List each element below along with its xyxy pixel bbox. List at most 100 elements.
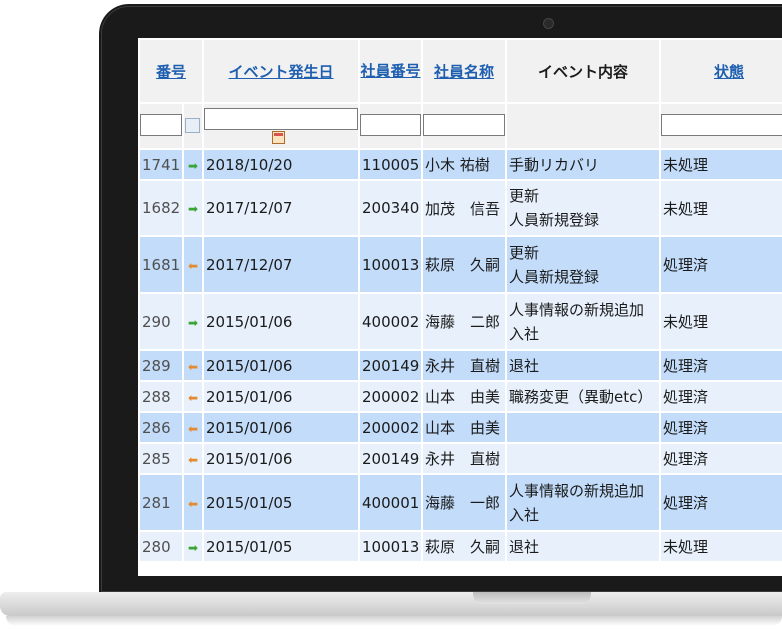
filter-cell-no (140, 104, 182, 148)
sort-link-emp-name[interactable]: 社員名称 (434, 63, 494, 81)
table-row[interactable]: 289 ⬅ 2015/01/06 200149 永井 直樹 退社 処理済 (140, 351, 782, 380)
table-row[interactable]: 1741 ➡ 2018/10/20 110005 小木 祐樹 手動リカバリ 未処… (140, 150, 782, 179)
cell-emp-name: 小木 祐樹 (423, 150, 506, 179)
cell-date: 2015/01/06 (204, 382, 359, 411)
sort-link-no[interactable]: 番号 (156, 63, 186, 81)
cell-emp-no: 110005 (360, 150, 422, 179)
cell-date: 2015/01/06 (204, 444, 359, 473)
cell-status: 処理済 (661, 475, 782, 530)
filter-date-input[interactable] (204, 108, 359, 130)
arrow-left-icon: ⬅ (187, 452, 199, 467)
sort-link-emp-no[interactable]: 社員番号 (361, 62, 421, 80)
cell-status: 処理済 (661, 413, 782, 442)
cell-event (507, 444, 660, 473)
table-row[interactable]: 280 ➡ 2015/01/05 100013 萩原 久嗣 退社 未処理 (140, 532, 782, 561)
col-header-emp-name[interactable]: 社員名称 (423, 40, 506, 102)
table-row[interactable]: 1682 ➡ 2017/12/07 200340 加茂 信吾 更新 人員新規登録 … (140, 181, 782, 235)
filter-cell-status (661, 104, 782, 148)
filter-emp-name-input[interactable] (423, 114, 506, 136)
filter-status-input[interactable] (661, 114, 782, 136)
col-header-status[interactable]: 状態 (661, 40, 782, 102)
cell-emp-no: 100013 (360, 532, 422, 561)
cell-arrow[interactable]: ⬅ (184, 444, 203, 473)
cell-event: 退社 (507, 351, 660, 380)
cell-date: 2015/01/06 (204, 294, 359, 349)
filter-no-input[interactable] (140, 114, 182, 136)
event-line-2: 入社 (509, 324, 540, 343)
filter-emp-no-input[interactable] (360, 114, 422, 136)
arrow-left-icon: ⬅ (187, 258, 199, 273)
arrow-right-icon: ➡ (187, 202, 199, 216)
table-row[interactable]: 286 ⬅ 2015/01/06 200002 山本 由美 処理済 (140, 413, 782, 442)
cell-arrow[interactable]: ➡ (184, 532, 203, 561)
cell-arrow[interactable]: ⬅ (184, 237, 203, 292)
cell-emp-no: 200002 (360, 413, 422, 442)
cell-arrow[interactable]: ⬅ (184, 475, 203, 530)
cell-date: 2015/01/06 (204, 351, 359, 380)
event-line-1: 手動リカバリ (509, 155, 600, 174)
calendar-icon[interactable] (272, 131, 286, 144)
table-row[interactable]: 281 ⬅ 2015/01/05 400001 海藤 一郎 人事情報の新規追加入… (140, 475, 782, 530)
arrow-right-icon: ➡ (187, 540, 199, 555)
table-row[interactable]: 285 ⬅ 2015/01/06 200149 永井 直樹 処理済 (140, 444, 782, 473)
filter-row (140, 104, 782, 148)
cell-no: 290 (140, 294, 182, 349)
cell-status: 未処理 (661, 181, 782, 235)
event-line-1: 退社 (509, 356, 540, 375)
arrow-left-icon: ⬅ (187, 421, 199, 436)
cell-status: 未処理 (661, 150, 782, 179)
event-line-2: 人員新規登録 (509, 267, 600, 286)
table-row[interactable]: 290 ➡ 2015/01/06 400002 海藤 二郎 人事情報の新規追加入… (140, 294, 782, 349)
col-header-date[interactable]: イベント発生日 (204, 40, 359, 102)
filter-cell-emp-no (360, 104, 422, 148)
cell-emp-no: 400001 (360, 475, 422, 530)
cell-status: 未処理 (661, 532, 782, 561)
cell-no: 281 (140, 475, 182, 530)
sort-link-date[interactable]: イベント発生日 (229, 63, 334, 81)
cell-date: 2017/12/07 (204, 181, 359, 235)
cell-event: 退社 (507, 532, 660, 561)
cell-arrow[interactable]: ⬅ (184, 413, 203, 442)
cell-no: 1682 (140, 181, 182, 235)
cell-emp-no: 200149 (360, 351, 422, 380)
table-row[interactable]: 288 ⬅ 2015/01/06 200002 山本 由美 職務変更（異動etc… (140, 382, 782, 411)
col-header-event: イベント内容 (507, 40, 660, 102)
camera-icon (543, 18, 554, 29)
cell-event: 職務変更（異動etc） (507, 382, 660, 411)
cell-arrow[interactable]: ➡ (184, 181, 203, 235)
col-header-emp-no[interactable]: 社員番号 (360, 40, 422, 102)
cell-emp-name: 海藤 一郎 (423, 475, 506, 530)
event-line-1: 職務変更（異動etc） (509, 387, 653, 406)
sort-link-status[interactable]: 状態 (714, 63, 744, 81)
cell-emp-no: 200149 (360, 444, 422, 473)
filter-search-icon[interactable] (185, 118, 200, 133)
laptop-notch (473, 592, 591, 604)
arrow-right-icon: ➡ (187, 158, 199, 173)
col-header-no[interactable]: 番号 (140, 40, 203, 102)
event-line-1: 人事情報の新規追加 (509, 481, 645, 500)
cell-no: 1681 (140, 237, 182, 292)
cell-status: 処理済 (661, 351, 782, 380)
event-line-1: 更新 (509, 187, 540, 205)
cell-arrow[interactable]: ➡ (184, 150, 203, 179)
cell-emp-name: 山本 由美 (423, 382, 506, 411)
cell-date: 2015/01/05 (204, 532, 359, 561)
cell-no: 288 (140, 382, 182, 411)
cell-arrow[interactable]: ⬅ (184, 382, 203, 411)
event-line-2: 人員新規登録 (509, 211, 600, 229)
cell-date: 2018/10/20 (204, 150, 359, 179)
cell-no: 280 (140, 532, 182, 561)
cell-emp-name: 山本 由美 (423, 413, 506, 442)
screen: 番号 イベント発生日 社員番号 社員名称 イベント内容 状態 1741 ➡ 20… (138, 38, 782, 576)
cell-arrow[interactable]: ⬅ (184, 351, 203, 380)
cell-arrow[interactable]: ➡ (184, 294, 203, 349)
arrow-left-icon: ⬅ (187, 359, 199, 374)
laptop-shadow (6, 616, 782, 626)
filter-cell-icon (184, 104, 203, 148)
table-row[interactable]: 1681 ⬅ 2017/12/07 100013 萩原 久嗣 更新 人員新規登録 … (140, 237, 782, 292)
cell-date: 2015/01/06 (204, 413, 359, 442)
cell-date: 2017/12/07 (204, 237, 359, 292)
cell-emp-no: 400002 (360, 294, 422, 349)
cell-status: 処理済 (661, 382, 782, 411)
cell-no: 289 (140, 351, 182, 380)
